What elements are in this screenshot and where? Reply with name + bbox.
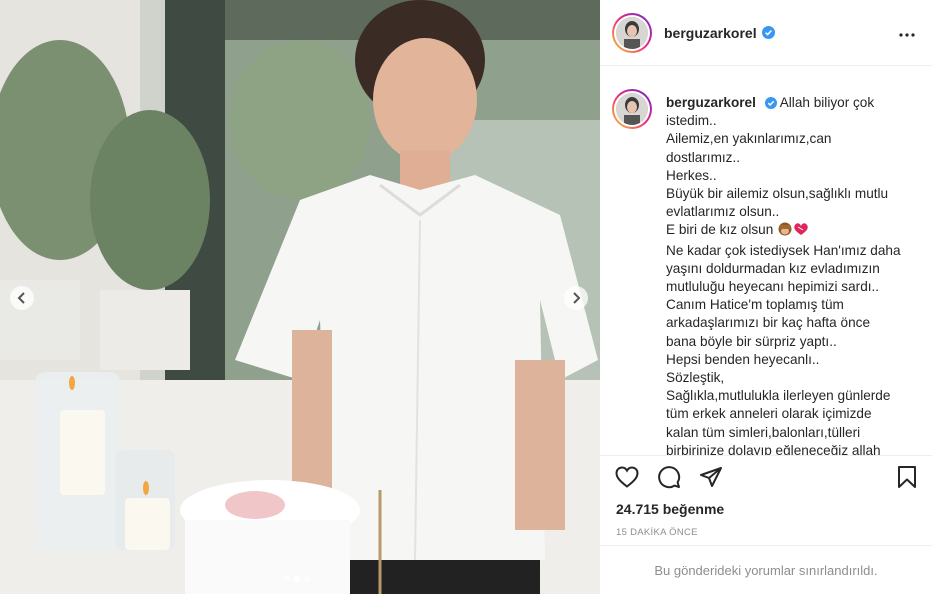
caption-line: Herkes.. (666, 167, 717, 183)
heart-icon (615, 465, 639, 493)
comment-button[interactable] (656, 465, 682, 494)
caption-line: bana böyle bir sürpriz yaptı.. (666, 333, 837, 349)
verified-badge-icon (764, 97, 777, 110)
monkey-emoji-icon (777, 221, 793, 241)
caption-line: evlatlarımız olsun.. (666, 204, 780, 220)
caption-line: yaşını doldurmadan kız evladımızın (666, 260, 880, 276)
post-caption: berguzarkorel Allah biliyor çok istedim.… (666, 94, 906, 455)
caption-line: mutluluğu heyecanı hepimizi sardı.. (666, 279, 880, 295)
carousel-dot (304, 576, 310, 582)
caption-line: E biri de kız olsun (666, 222, 774, 238)
post-actions: 24.715 beğenme 15 DAKİKA ÖNCE (600, 455, 932, 554)
caption-line-emoji: E biri de kız olsun (666, 221, 906, 241)
post-side-panel: berguzarkorel berguzarkorel Allah biliyo… (600, 0, 932, 594)
carousel-prev-button[interactable] (10, 286, 34, 310)
chevron-left-icon (17, 292, 27, 304)
avatar[interactable] (612, 12, 652, 53)
action-icons (614, 465, 724, 494)
carousel-dot-active (294, 576, 300, 582)
caption-line: Sağlıkla,mutlulukla ilerleyen günlerde (666, 388, 891, 404)
carousel-dot (284, 576, 290, 582)
header-username[interactable]: berguzarkorel (664, 25, 757, 41)
more-options-icon (899, 24, 915, 42)
caption-text: Allah biliyor çok (779, 95, 875, 110)
caption-line: dostlarımız.. (666, 149, 741, 165)
likes-count[interactable]: 24.715 beğenme (616, 501, 724, 517)
caption-line: Büyük bir ailemiz olsun,sağlıklı mutlu (666, 186, 889, 202)
post-header: berguzarkorel (600, 0, 932, 66)
caption-first-line: berguzarkorel Allah biliyor çok (666, 94, 906, 112)
share-button[interactable] (698, 466, 724, 492)
caption-line: kalan tüm simleri,balonları,tülleri (666, 424, 861, 440)
caption-line: Ailemiz,en yakınlarımız,can (666, 131, 832, 147)
caption-line: tüm erkek anneleri olarak içimizde (666, 406, 872, 422)
like-button[interactable] (614, 465, 640, 493)
carousel-next-button[interactable] (564, 286, 588, 310)
caption-line: arkadaşlarımızı bir kaç hafta önce (666, 315, 870, 331)
paper-plane-icon (699, 466, 723, 493)
post-timestamp[interactable]: 15 DAKİKA ÖNCE (616, 527, 698, 538)
caption-line: Ne kadar çok istediysek Han'ımız daha (666, 242, 901, 258)
caption-username[interactable]: berguzarkorel (666, 95, 756, 110)
caption-avatar[interactable] (612, 89, 652, 129)
chevron-right-icon (571, 292, 581, 304)
carousel-indicator (284, 576, 310, 582)
caption-line: Hepsi benden heyecanlı.. (666, 351, 820, 367)
caption-line: istedim.. (666, 113, 717, 129)
heart-emoji-icon (793, 222, 809, 241)
post-photo[interactable] (0, 0, 600, 594)
comments-limited-notice: Bu gönderideki yorumlar sınırlandırıldı. (600, 545, 932, 594)
more-options-button[interactable] (896, 22, 918, 44)
comment-icon (657, 465, 681, 494)
verified-badge-icon (761, 26, 775, 39)
caption-line: birbirinize dolayıp eğleneceğiz allah (666, 442, 881, 455)
caption-area: berguzarkorel Allah biliyor çok istedim.… (600, 67, 932, 455)
caption-line: Canım Hatice'm toplamış tüm (666, 297, 844, 313)
caption-line: Sözleştik, (666, 370, 725, 386)
photo-image (0, 0, 600, 594)
bookmark-icon (897, 465, 917, 494)
save-button[interactable] (894, 465, 920, 494)
